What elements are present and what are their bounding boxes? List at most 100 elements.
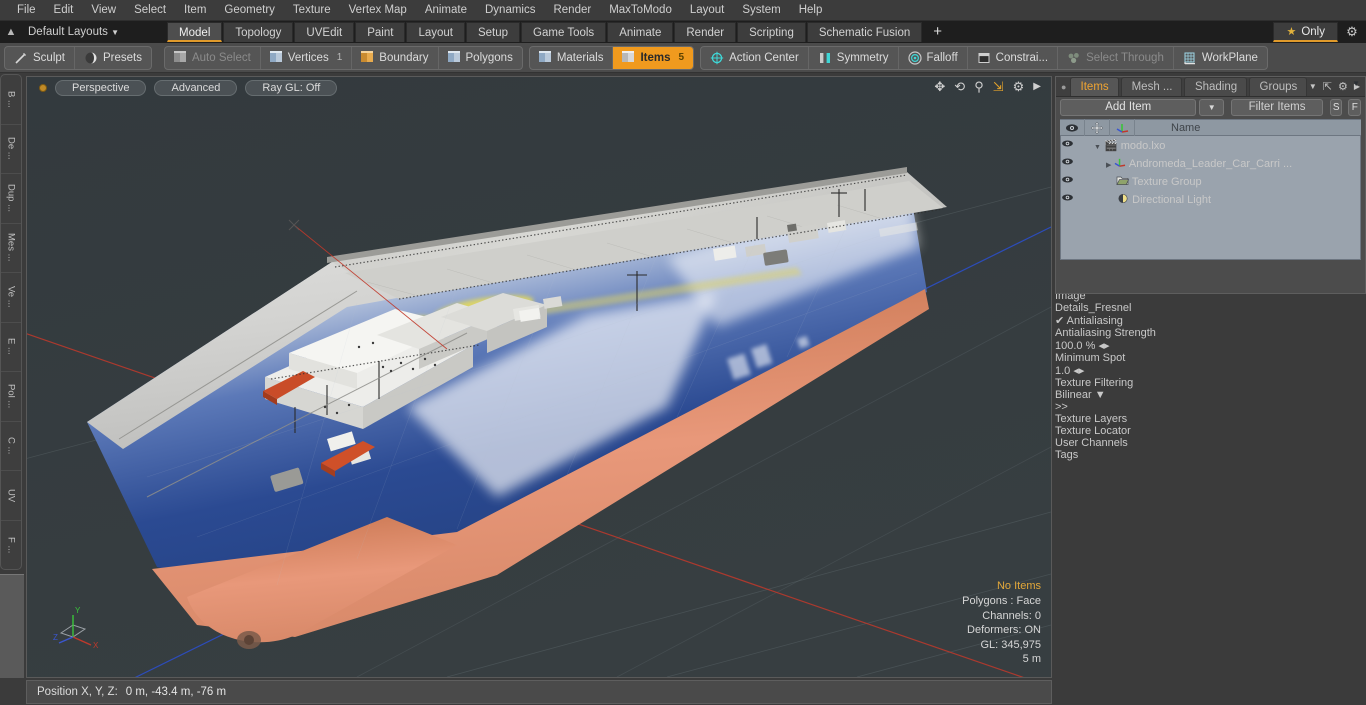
row-eye-icon[interactable]	[1061, 193, 1074, 205]
items-tree[interactable]: ▼ 🎬 modo.lxo ▶ Andromeda_Leader_Car_Carr…	[1060, 136, 1361, 260]
tab-animate[interactable]: Animate	[607, 22, 674, 42]
menu-item-maxtomodo[interactable]: MaxToModo	[600, 1, 681, 20]
tab-schematic-fusion[interactable]: Schematic Fusion	[806, 22, 923, 42]
tab-uvedit[interactable]: UVEdit	[294, 22, 355, 42]
tab-items[interactable]: Items	[1069, 77, 1119, 96]
toolbar-symmetry-button[interactable]: Symmetry	[809, 46, 899, 69]
viewport-raygl-button[interactable]: Ray GL: Off	[245, 80, 338, 96]
toolbar-falloff-button[interactable]: Falloff	[899, 46, 968, 69]
antialiasing-checkbox-group[interactable]: ✔ Antialiasing	[1055, 314, 1366, 327]
side-tab-texture-layers[interactable]: Texture Layers	[1055, 413, 1366, 425]
tab-mesh[interactable]: Mesh ...	[1120, 77, 1182, 96]
row-eye-icon[interactable]	[1061, 139, 1074, 151]
toolbar-workplane-button[interactable]: WorkPlane	[1174, 47, 1267, 69]
toolbar-select-through-button[interactable]: Select Through	[1058, 46, 1174, 69]
tab-render[interactable]: Render	[674, 22, 737, 42]
expand-icon[interactable]: ⇱	[1323, 80, 1332, 93]
menu-item-item[interactable]: Item	[175, 1, 215, 20]
table-row[interactable]: Texture Group	[1061, 172, 1360, 190]
toolbar-items-button[interactable]: Items 5	[613, 46, 694, 69]
list-item[interactable]: ▶ Andromeda_Leader_Car_Carri ...	[1074, 157, 1292, 170]
toolbar-polygons-button[interactable]: Polygons	[439, 47, 522, 69]
left-tab-edge[interactable]: E ...	[1, 323, 21, 372]
left-tab-deform[interactable]: De ...	[1, 125, 21, 174]
menu-item-texture[interactable]: Texture	[284, 1, 340, 20]
menu-item-render[interactable]: Render	[544, 1, 600, 20]
tab-setup[interactable]: Setup	[465, 22, 521, 42]
left-tab-polygon[interactable]: Pol ...	[1, 372, 21, 422]
antialiasing-strength-input[interactable]: 100.0 % ◂▸	[1055, 339, 1366, 352]
only-toggle-button[interactable]: ★ Only	[1273, 22, 1338, 42]
tab-model[interactable]: Model	[167, 22, 223, 42]
minimum-spot-input[interactable]: 1.0 ◂▸	[1055, 364, 1366, 377]
left-tab-vertex[interactable]: Ve ...	[1, 273, 21, 323]
viewport-state-dot[interactable]	[39, 84, 47, 92]
left-tab-duplicate[interactable]: Dup ...	[1, 174, 21, 224]
filter-f-button[interactable]: F	[1348, 99, 1362, 116]
left-tab-fusion[interactable]: F ...	[1, 521, 21, 570]
viewport-3d[interactable]: Perspective Advanced Ray GL: Off ✥ ⟲ ⚲ ⇲…	[26, 76, 1052, 678]
rotate-icon[interactable]: ⟲	[954, 79, 965, 95]
viewport-canvas[interactable]: Perspective Advanced Ray GL: Off ✥ ⟲ ⚲ ⇲…	[27, 77, 1051, 677]
list-item[interactable]: ▼ 🎬 modo.lxo	[1074, 139, 1165, 152]
add-tab-button[interactable]: +	[923, 22, 952, 42]
antialiasing-checkbox[interactable]: ✔	[1055, 315, 1064, 327]
tab-game-tools[interactable]: Game Tools	[521, 22, 607, 42]
tab-layout[interactable]: Layout	[406, 22, 465, 42]
tab-scripting[interactable]: Scripting	[737, 22, 806, 42]
tab-paint[interactable]: Paint	[355, 22, 406, 42]
move-icon[interactable]	[1085, 119, 1110, 136]
table-row[interactable]: Directional Light	[1061, 190, 1360, 208]
expander-right-icon[interactable]: ▶	[1106, 162, 1111, 169]
panel-menu-icon[interactable]: ●	[1058, 82, 1070, 92]
expander-down-icon[interactable]: ▼	[1094, 144, 1101, 151]
side-tab-tags[interactable]: Tags	[1055, 449, 1366, 461]
menu-item-animate[interactable]: Animate	[416, 1, 476, 20]
toolbar-constraint-button[interactable]: Constrai...	[968, 46, 1059, 69]
aa-strength-spinner[interactable]: ◂▸	[1098, 340, 1109, 352]
home-icon[interactable]: ▲	[0, 26, 22, 38]
menu-item-file[interactable]: File	[8, 1, 45, 20]
left-tab-mesh[interactable]: Mes ...	[1, 224, 21, 273]
row-eye-icon[interactable]	[1061, 157, 1074, 169]
image-picker[interactable]: Details_Fresnel ▼	[1055, 79, 1366, 314]
toolbar-boundary-button[interactable]: Boundary	[352, 46, 439, 69]
play-icon[interactable]: ▶	[1033, 79, 1041, 95]
left-tab-uv[interactable]: UV	[1, 471, 21, 521]
menu-item-select[interactable]: Select	[125, 1, 175, 20]
filter-items-input[interactable]: Filter Items	[1231, 99, 1323, 116]
filter-s-button[interactable]: S	[1329, 99, 1343, 116]
viewport-perspective-button[interactable]: Perspective	[55, 80, 147, 96]
list-item[interactable]: Texture Group	[1074, 175, 1202, 188]
default-layouts-dropdown[interactable]: Default Layouts ▼	[22, 26, 125, 38]
menu-item-view[interactable]: View	[82, 1, 125, 20]
menu-item-help[interactable]: Help	[790, 1, 832, 20]
tab-topology[interactable]: Topology	[223, 22, 294, 42]
gear-icon[interactable]: ⚙	[1013, 79, 1025, 95]
move-icon[interactable]: ✥	[934, 79, 945, 95]
left-tab-curve[interactable]: C ...	[1, 422, 21, 471]
toolbar-action-center-button[interactable]: Action Center	[701, 46, 809, 69]
list-item[interactable]: Directional Light	[1074, 193, 1211, 206]
eye-icon[interactable]	[1060, 119, 1085, 136]
menu-item-geometry[interactable]: Geometry	[215, 1, 284, 20]
side-tab-texture-locator[interactable]: Texture Locator	[1055, 425, 1366, 437]
menu-item-edit[interactable]: Edit	[45, 1, 83, 20]
texture-filtering-dropdown[interactable]: Bilinear ▼	[1055, 389, 1366, 401]
row-eye-icon[interactable]	[1061, 175, 1074, 187]
add-item-button[interactable]: Add Item	[1060, 99, 1197, 116]
gear-icon[interactable]: ⚙	[1338, 24, 1366, 40]
toolbar-auto-select-button[interactable]: Auto Select	[165, 46, 261, 69]
menu-item-vertex-map[interactable]: Vertex Map	[340, 1, 416, 20]
fit-icon[interactable]: ⇲	[993, 79, 1004, 95]
menu-item-system[interactable]: System	[733, 1, 789, 20]
tab-shading[interactable]: Shading	[1183, 77, 1247, 96]
viewport-advanced-button[interactable]: Advanced	[154, 80, 238, 96]
table-row[interactable]: ▼ 🎬 modo.lxo	[1061, 136, 1360, 154]
more-options-button[interactable]: >>	[1055, 401, 1366, 413]
chevron-down-icon[interactable]: ▼	[1309, 82, 1317, 91]
zoom-icon[interactable]: ⚲	[974, 79, 984, 95]
gear-icon[interactable]: ⚙	[1338, 80, 1348, 93]
toolbar-presets-button[interactable]: Presets	[75, 47, 151, 69]
axis-icon[interactable]	[1110, 119, 1135, 136]
